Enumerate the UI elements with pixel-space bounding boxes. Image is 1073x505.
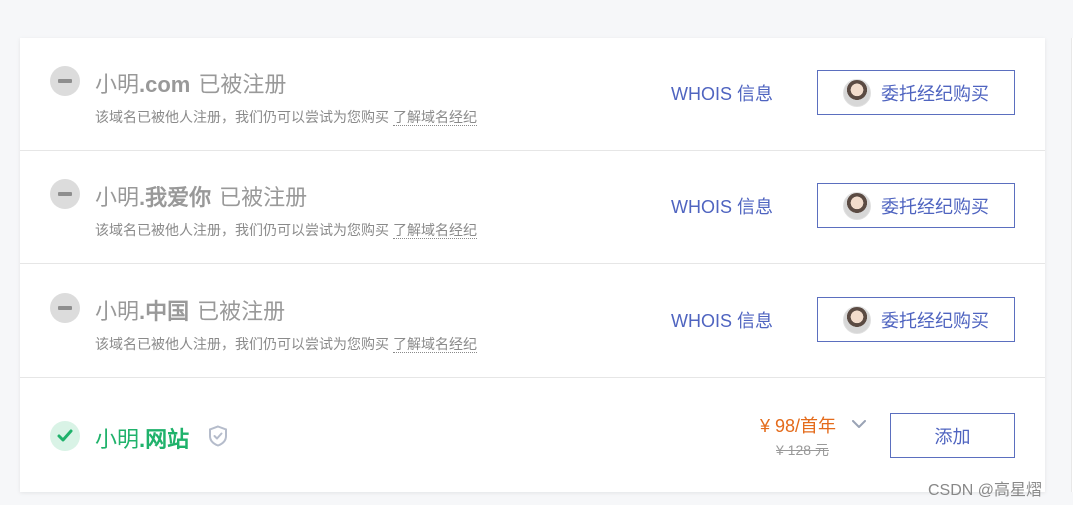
note-text: 该域名已被他人注册，我们仍可以尝试为您购买	[95, 222, 389, 238]
check-circle-icon	[50, 421, 80, 451]
button-label: 委托经纪购买	[881, 310, 989, 331]
domain-note: 该域名已被他人注册，我们仍可以尝试为您购买 了解域名经纪	[95, 220, 477, 240]
domain-title: 小明.网站	[95, 422, 189, 454]
shield-icon	[209, 425, 227, 447]
domain-name: 小明	[95, 185, 140, 210]
domain-name: 小明	[95, 427, 140, 452]
avatar	[843, 305, 871, 334]
broker-purchase-button[interactable]: 委托经纪购买	[817, 297, 1015, 342]
whois-link[interactable]: WHOIS 信息	[671, 307, 773, 333]
button-label: 委托经纪购买	[881, 196, 989, 217]
avatar	[843, 78, 871, 107]
original-price: ¥ 128 元	[776, 442, 829, 458]
domain-name: 小明	[95, 299, 140, 324]
status-text: 已被注册	[198, 72, 287, 97]
avatar	[843, 191, 871, 220]
watermark: CSDN @高星熠	[928, 482, 1043, 499]
domain-name: 小明	[95, 72, 140, 97]
minus-circle-icon	[50, 179, 80, 209]
domain-note: 该域名已被他人注册，我们仍可以尝试为您购买 了解域名经纪	[95, 334, 477, 354]
domain-row: 小明.中国 已被注册 该域名已被他人注册，我们仍可以尝试为您购买 了解域名经纪 WH…	[20, 265, 1045, 378]
note-text: 该域名已被他人注册，我们仍可以尝试为您购买	[95, 109, 389, 125]
domain-suffix: .我爱你	[139, 185, 212, 210]
domain-suffix: .com	[139, 72, 191, 97]
whois-link[interactable]: WHOIS 信息	[671, 80, 773, 106]
price: ¥ 98/首年	[760, 416, 837, 436]
status-text: 已被注册	[219, 185, 308, 210]
status-text: 已被注册	[197, 299, 286, 324]
domain-results-card: 小明.com 已被注册 该域名已被他人注册，我们仍可以尝试为您购买 了解域名经纪 W…	[20, 38, 1045, 492]
broker-purchase-button[interactable]: 委托经纪购买	[817, 183, 1015, 228]
chevron-down-icon[interactable]	[852, 420, 866, 429]
domain-note: 该域名已被他人注册，我们仍可以尝试为您购买 了解域名经纪	[95, 107, 477, 127]
learn-broker-link[interactable]: 了解域名经纪	[393, 109, 477, 126]
domain-suffix: .中国	[139, 299, 190, 324]
learn-broker-link[interactable]: 了解域名经纪	[393, 222, 477, 239]
minus-circle-icon	[50, 293, 80, 323]
broker-purchase-button[interactable]: 委托经纪购买	[817, 70, 1015, 115]
domain-row-available: 小明.网站 ¥ 98/首年 ¥ 128 元 添加	[20, 379, 1045, 492]
domain-suffix: .网站	[139, 427, 190, 452]
domain-title: 小明.我爱你 已被注册	[95, 180, 307, 212]
domain-row: 小明.我爱你 已被注册 该域名已被他人注册，我们仍可以尝试为您购买 了解域名经纪 W…	[20, 151, 1045, 264]
note-text: 该域名已被他人注册，我们仍可以尝试为您购买	[95, 336, 389, 352]
domain-row: 小明.com 已被注册 该域名已被他人注册，我们仍可以尝试为您购买 了解域名经纪 W…	[20, 38, 1045, 151]
whois-link[interactable]: WHOIS 信息	[671, 193, 773, 219]
domain-title: 小明.中国 已被注册	[95, 294, 285, 326]
minus-circle-icon	[50, 66, 80, 96]
add-button[interactable]: 添加	[890, 413, 1015, 458]
button-label: 委托经纪购买	[881, 83, 989, 104]
domain-title: 小明.com 已被注册	[95, 67, 286, 99]
learn-broker-link[interactable]: 了解域名经纪	[393, 336, 477, 353]
